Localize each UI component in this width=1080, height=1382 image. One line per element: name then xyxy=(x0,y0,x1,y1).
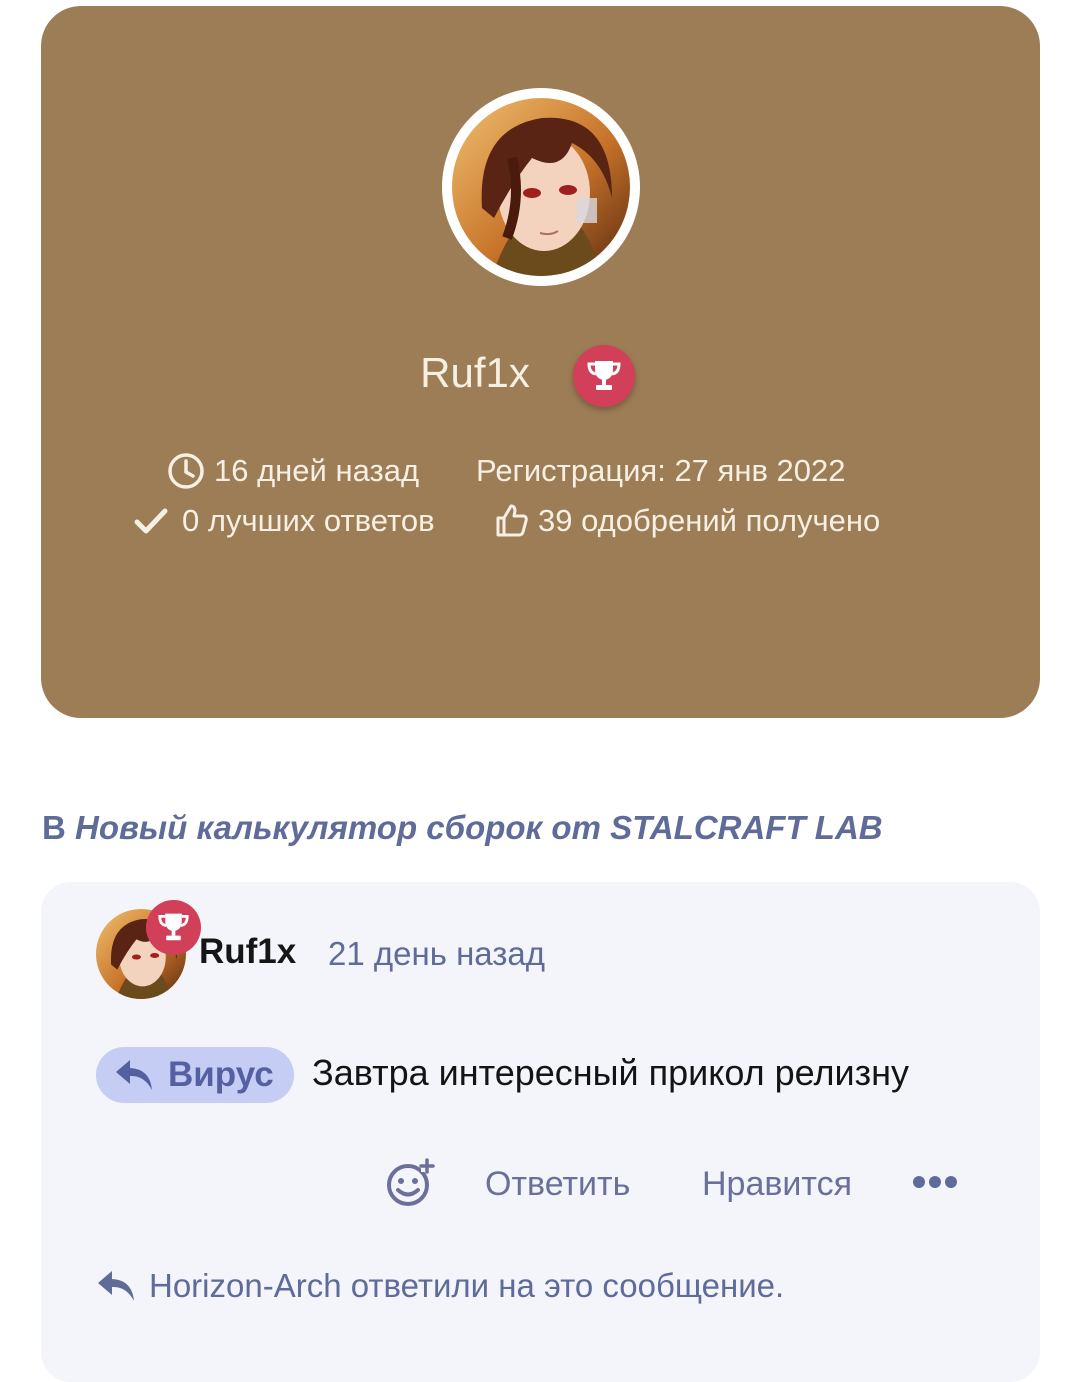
comment-author[interactable]: Ruf1x xyxy=(199,930,296,974)
likes-received-text: 39 одобрений получено xyxy=(538,503,881,538)
thread-link[interactable]: В Новый калькулятор сборок от STALCRAFT … xyxy=(42,806,883,850)
comment-time[interactable]: 21 день назад xyxy=(328,932,545,976)
replies-notice-text: Horizon-Arch ответили на это сообщение. xyxy=(149,1267,785,1304)
thread-prefix: В xyxy=(42,809,66,846)
trophy-icon[interactable] xyxy=(573,345,635,407)
registration-date: Регистрация: 27 янв 2022 xyxy=(476,453,846,488)
thread-title[interactable]: Новый калькулятор сборок от STALCRAFT LA… xyxy=(75,809,883,846)
best-answers-text: 0 лучших ответов xyxy=(182,503,435,538)
add-reaction-icon[interactable] xyxy=(385,1158,435,1208)
profile-avatar[interactable] xyxy=(442,88,640,286)
thumbs-up-icon xyxy=(496,504,528,537)
check-icon xyxy=(134,508,168,534)
like-button[interactable]: Нравится xyxy=(702,1162,852,1206)
comment-text: Завтра интересный прикол релизну xyxy=(312,1052,910,1093)
more-options-icon[interactable] xyxy=(912,1172,958,1192)
last-seen-text: 16 дней назад xyxy=(214,453,420,488)
reply-arrow-icon xyxy=(98,1271,134,1301)
reply-arrow-icon xyxy=(116,1060,152,1090)
clock-icon xyxy=(168,453,204,489)
reply-to-tag[interactable]: Вирус xyxy=(96,1047,294,1103)
reply-to-name: Вирус xyxy=(168,1055,274,1094)
reply-button[interactable]: Ответить xyxy=(485,1162,630,1206)
trophy-icon[interactable] xyxy=(146,900,201,955)
profile-username: Ruf1x xyxy=(420,349,530,396)
